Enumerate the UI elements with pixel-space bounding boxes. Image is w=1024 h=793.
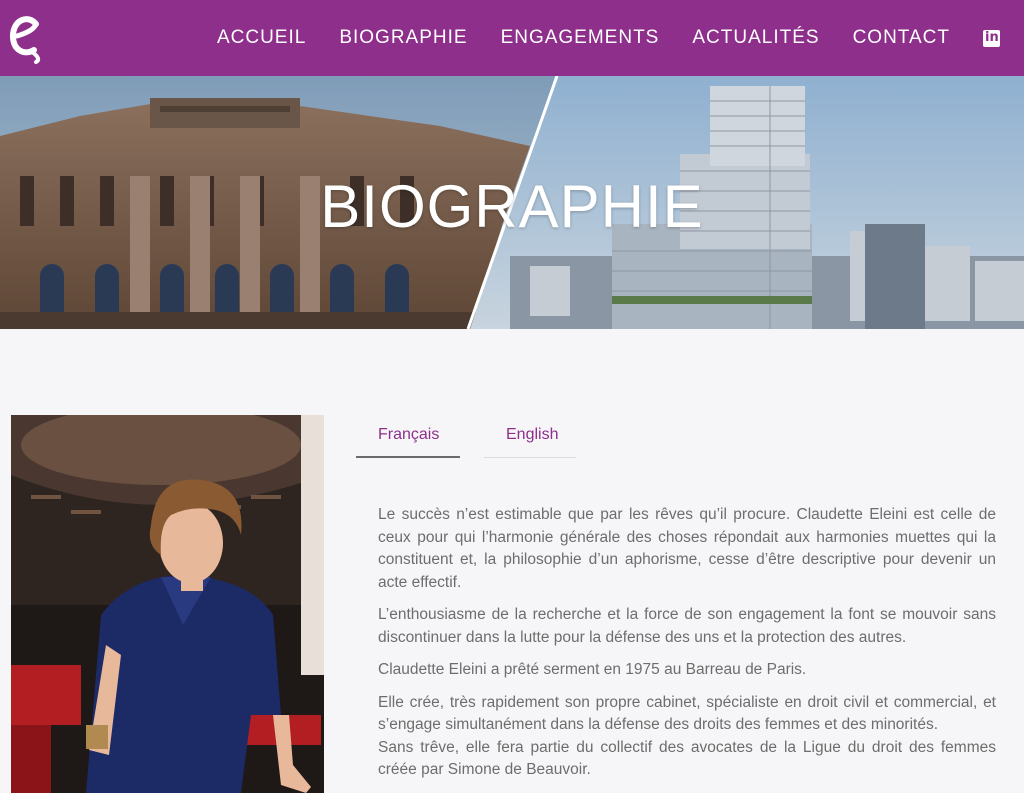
tab-francais[interactable]: Français	[356, 418, 460, 458]
nav-contact[interactable]: CONTACT	[853, 27, 950, 49]
nav-biographie[interactable]: BIOGRAPHIE	[339, 27, 467, 49]
language-tabs: Français English	[356, 418, 576, 458]
nav-accueil[interactable]: ACCUEIL	[217, 27, 306, 49]
bio-paragraph: L’enthousiasme de la recherche et la for…	[378, 606, 996, 646]
bio-paragraph: Claudette Eleini a prêté serment en 1975…	[378, 661, 807, 678]
hero-banner: BIOGRAPHIE	[0, 76, 1024, 329]
portrait-photo	[11, 415, 324, 793]
nav-engagements[interactable]: ENGAGEMENTS	[501, 27, 660, 49]
e-logo-icon[interactable]	[10, 12, 44, 64]
nav-actualites[interactable]: ACTUALITÉS	[692, 27, 819, 49]
bio-paragraph: Elle crée, très rapidement son propre ca…	[378, 693, 996, 734]
main-nav: ACCUEIL BIOGRAPHIE ENGAGEMENTS ACTUALITÉ…	[184, 0, 1000, 76]
site-header: ACCUEIL BIOGRAPHIE ENGAGEMENTS ACTUALITÉ…	[0, 0, 1024, 76]
bio-paragraph: Sans trêve, elle fera partie du collecti…	[378, 738, 996, 779]
bio-paragraph: Le succès n’est estimable que par les rê…	[378, 506, 996, 591]
tab-english[interactable]: English	[484, 418, 576, 458]
linkedin-icon[interactable]: in	[983, 29, 1000, 47]
page-title: BIOGRAPHIE	[320, 173, 704, 240]
biography-text: Le succès n’est estimable que par les rê…	[378, 504, 996, 792]
